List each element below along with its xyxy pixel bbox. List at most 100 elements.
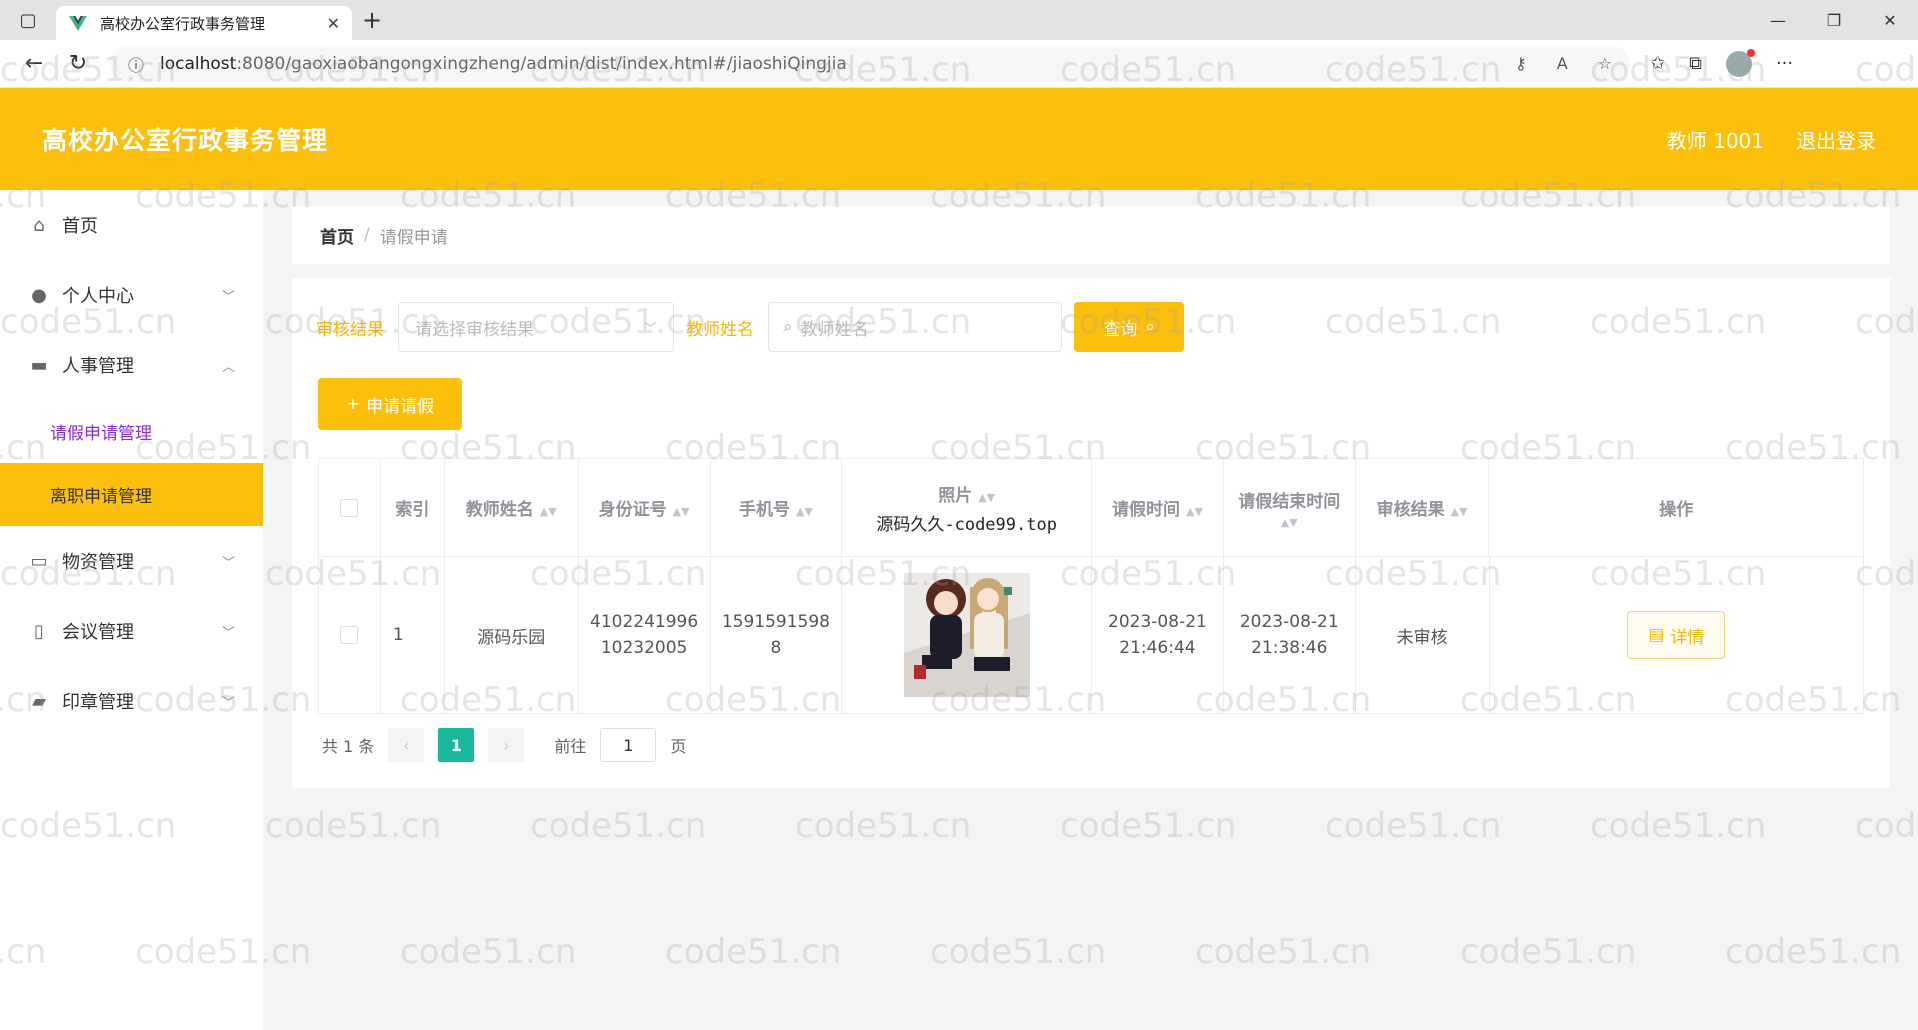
sidebar-item-label: 会议管理 xyxy=(62,622,134,643)
sort-icon[interactable]: ▲▼ xyxy=(1186,505,1203,518)
key-icon[interactable]: ⚷ xyxy=(1515,54,1527,73)
query-button[interactable]: 查询 ⌕ xyxy=(1074,302,1184,352)
name-input-placeholder: 教师姓名 xyxy=(800,319,869,340)
row-start-date: 2023-08-21 xyxy=(1108,612,1207,632)
pagination: 共 1 条 ‹ 1 › 前往 1 页 xyxy=(322,728,686,762)
sort-icon[interactable]: ▲▼ xyxy=(540,505,557,518)
watermark-text: code51.cn xyxy=(1460,932,1637,972)
document-icon: ▤ xyxy=(1648,625,1665,645)
goto-label: 前往 xyxy=(554,737,587,756)
apply-leave-label: 申请请假 xyxy=(366,396,435,417)
sidebar-item-profile[interactable]: ● 个人中心 ﹀ xyxy=(0,260,263,330)
favorites-icon[interactable]: ✩ xyxy=(1650,53,1665,74)
row-start-time: 2023-08-21 21:46:44 xyxy=(1092,557,1224,713)
sort-icon[interactable]: ▲▼ xyxy=(1281,516,1298,529)
table-row: 1 源码乐园 4102241996 10232005 1591591598 8 xyxy=(319,557,1863,713)
header-photo[interactable]: 照片 ▲▼ 源码久久-code99.top xyxy=(842,459,1092,556)
site-info-icon[interactable]: ⓘ xyxy=(128,52,144,76)
header-phone[interactable]: 手机号 ▲▼ xyxy=(711,459,843,556)
sidebar-item-label: 物资管理 xyxy=(62,552,134,573)
header-idcard[interactable]: 身份证号 ▲▼ xyxy=(579,459,711,556)
header-ops: 操作 xyxy=(1489,459,1863,556)
chevron-up-icon: ︿ xyxy=(221,359,235,375)
row-checkbox[interactable] xyxy=(340,626,359,644)
user-icon: ● xyxy=(31,284,47,306)
row-phone-line2: 8 xyxy=(770,638,782,658)
breadcrumb: 首页 / 请假申请 xyxy=(292,206,1890,264)
tab-actions-icon[interactable]: ▢ xyxy=(0,0,56,40)
sort-icon[interactable]: ▲▼ xyxy=(673,505,690,518)
sidebar-subitem-leave[interactable]: 请假申请管理 xyxy=(0,400,263,463)
collections-icon[interactable]: ⧉ xyxy=(1689,53,1702,74)
goto-page-input[interactable]: 1 xyxy=(600,728,657,762)
status-select[interactable]: 请选择审核结果 ﹀ xyxy=(398,302,674,352)
apply-leave-button[interactable]: + 申请请假 xyxy=(318,378,462,430)
close-window-icon[interactable]: ✕ xyxy=(1862,0,1918,40)
sort-icon[interactable]: ▲▼ xyxy=(796,505,813,518)
url-path: :8080/gaoxiaobangongxingzheng/admin/dist… xyxy=(236,53,847,74)
url-field[interactable]: ⓘ localhost:8080/gaoxiaobangongxingzheng… xyxy=(110,45,1630,82)
row-end-time: 2023-08-21 21:38:46 xyxy=(1224,557,1356,713)
restore-icon[interactable]: ❐ xyxy=(1806,0,1862,40)
teacher-photo[interactable] xyxy=(903,573,1030,697)
row-index: 1 xyxy=(381,557,445,713)
chevron-down-icon: ﹀ xyxy=(221,695,235,711)
header-index: 索引 xyxy=(381,459,445,556)
sidebar-item-materials[interactable]: ▭ 物资管理 ﹀ xyxy=(0,526,263,596)
page-button-current[interactable]: 1 xyxy=(438,728,475,762)
sort-icon[interactable]: ▲▼ xyxy=(978,491,995,504)
row-start-clock: 21:46:44 xyxy=(1119,638,1196,658)
header-start-time[interactable]: 请假时间 ▲▼ xyxy=(1092,459,1224,556)
browser-tab[interactable]: 高校办公室行政事务管理 ✕ xyxy=(56,6,352,40)
prev-page-button[interactable]: ‹ xyxy=(388,728,425,762)
sidebar-item-hr[interactable]: ▬ 人事管理 ︿ xyxy=(0,330,263,400)
profile-icon[interactable] xyxy=(1725,48,1755,77)
row-phone-line1: 1591591598 xyxy=(721,612,831,632)
select-all-checkbox[interactable] xyxy=(340,498,359,517)
new-tab-button[interactable]: + xyxy=(352,6,392,34)
box-icon: ▭ xyxy=(30,550,48,572)
search-icon: ⌕ xyxy=(1145,317,1155,337)
sidebar: ⌂ 首页 ● 个人中心 ﹀ ▬ 人事管理 ︿ 请假申请管理 离职申请管理 ▭ 物… xyxy=(0,190,263,1030)
logout-link[interactable]: 退出登录 xyxy=(1796,125,1876,154)
address-bar: ← ↻ ⓘ localhost:8080/gaoxiaobangongxingz… xyxy=(0,40,1918,88)
watermark-text: code51.cn xyxy=(665,932,842,972)
header-name-label: 教师姓名 xyxy=(465,500,534,520)
row-status: 未审核 xyxy=(1356,557,1490,713)
reload-icon[interactable]: ↻ xyxy=(56,51,100,76)
sidebar-item-label: 首页 xyxy=(62,216,98,237)
breadcrumb-separator: / xyxy=(364,225,370,245)
total-count: 共 1 条 xyxy=(322,737,375,756)
header-status[interactable]: 审核结果 ▲▼ xyxy=(1356,459,1490,556)
header-end-time[interactable]: 请假结束时间 ▲▼ xyxy=(1224,459,1356,556)
page-unit-label: 页 xyxy=(670,737,687,756)
header-name[interactable]: 教师姓名 ▲▼ xyxy=(445,459,579,556)
next-page-button[interactable]: › xyxy=(488,728,525,762)
stamp-icon: ▰ xyxy=(32,690,46,712)
sidebar-item-stamp[interactable]: ▰ 印章管理 ﹀ xyxy=(0,666,263,736)
row-idcard-line1: 4102241996 xyxy=(590,612,699,632)
name-search-input[interactable]: ⌕ 教师姓名 xyxy=(768,302,1062,352)
meeting-icon: ▯ xyxy=(34,620,44,642)
detail-button[interactable]: ▤ 详情 xyxy=(1627,611,1726,659)
read-aloud-icon[interactable]: A xyxy=(1557,54,1568,73)
sidebar-subitem-resign[interactable]: 离职申请管理 xyxy=(0,463,263,526)
header-end-label: 请假结束时间 xyxy=(1238,491,1341,512)
more-icon[interactable]: ··· xyxy=(1776,53,1793,74)
url-host: localhost xyxy=(160,53,237,74)
minimize-icon[interactable]: — xyxy=(1750,0,1806,40)
favorite-icon[interactable]: ☆ xyxy=(1598,54,1612,73)
breadcrumb-home[interactable]: 首页 xyxy=(320,223,354,248)
chevron-down-icon: ﹀ xyxy=(221,555,235,571)
app-title: 高校办公室行政事务管理 xyxy=(42,126,329,155)
sidebar-item-meeting[interactable]: ▯ 会议管理 ﹀ xyxy=(0,596,263,666)
sort-icon[interactable]: ▲▼ xyxy=(1451,505,1468,518)
row-phone: 1591591598 8 xyxy=(711,557,843,713)
row-ops: ▤ 详情 xyxy=(1490,557,1864,713)
chevron-down-icon: ﹀ xyxy=(221,625,235,641)
watermark-text: code51.cn xyxy=(930,932,1107,972)
sidebar-item-home[interactable]: ⌂ 首页 xyxy=(0,190,263,260)
header-index-label: 索引 xyxy=(395,500,430,520)
back-icon[interactable]: ← xyxy=(12,51,56,76)
tab-close-icon[interactable]: ✕ xyxy=(327,14,340,33)
